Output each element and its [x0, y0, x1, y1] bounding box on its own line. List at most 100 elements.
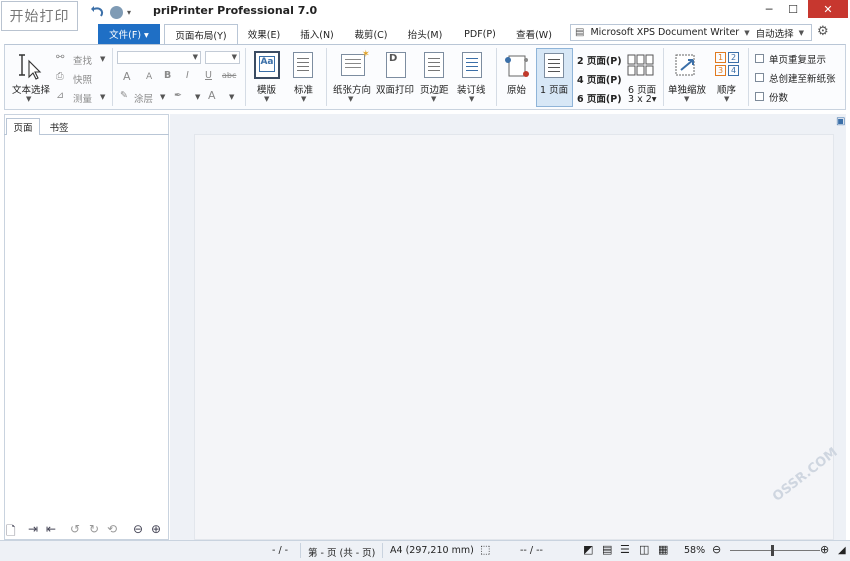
tab-crop[interactable]: 裁剪(C): [351, 24, 391, 44]
chevron-down-icon[interactable]: ▼: [724, 95, 729, 103]
zoom-out-thumbnails-icon[interactable]: ⊖: [133, 522, 143, 536]
order-icon[interactable]: 1 2 3 4: [715, 52, 741, 78]
tab-page-layout[interactable]: 页面布局(Y): [164, 24, 238, 44]
repeat-single-page-checkbox[interactable]: [755, 54, 764, 63]
chevron-down-icon[interactable]: ▼: [684, 95, 689, 103]
start-print-button[interactable]: 开始打印: [1, 1, 78, 31]
tab-bookmarks[interactable]: 书签: [42, 118, 76, 135]
auto-select[interactable]: 自动选择: [756, 26, 794, 40]
tab-insert[interactable]: 插入(N): [297, 24, 337, 44]
chevron-down-icon[interactable]: ▼: [469, 95, 474, 103]
chevron-down-icon[interactable]: ▼: [348, 95, 353, 103]
binoculars-icon: ⚯: [56, 52, 65, 63]
duplex-button[interactable]: 双面打印: [376, 82, 414, 96]
zoom-slider[interactable]: [730, 550, 820, 551]
font-color-icon[interactable]: A: [208, 89, 216, 102]
strikethrough-button[interactable]: abc: [222, 71, 236, 80]
bold-button[interactable]: B: [164, 70, 171, 81]
quick-options-icon[interactable]: [110, 6, 123, 19]
orientation-button[interactable]: 纸张方向: [333, 82, 371, 96]
grid-size-select[interactable]: 3 x 2▾: [628, 94, 657, 105]
minimize-button[interactable]: ─: [756, 0, 782, 18]
shrink-font-button[interactable]: A: [146, 72, 152, 82]
two-page-button[interactable]: 2 页面(P): [577, 53, 622, 67]
chevron-down-icon[interactable]: ▼: [195, 93, 200, 101]
panel-toggle-icon[interactable]: ▣: [836, 116, 845, 127]
duplex-icon[interactable]: D: [386, 52, 406, 78]
snapshot-button[interactable]: 快照: [73, 72, 92, 86]
view-continuous-icon[interactable]: ☰: [620, 543, 630, 556]
page-info-status: 第 - 页 (共 - 页): [308, 548, 376, 559]
four-page-button[interactable]: 4 页面(P): [577, 72, 622, 86]
insert-before-icon[interactable]: ⇥: [28, 522, 38, 536]
chevron-down-icon[interactable]: ▼: [160, 93, 165, 101]
chevron-down-icon[interactable]: ▼: [100, 93, 105, 101]
chevron-down-icon[interactable]: ▼: [229, 93, 234, 101]
undo-icon[interactable]: [90, 4, 106, 20]
chevron-down-icon[interactable]: ▼: [431, 95, 436, 103]
single-zoom-icon[interactable]: [673, 52, 701, 80]
template-icon[interactable]: Aa: [254, 51, 280, 79]
chevron-down-icon[interactable]: ▼: [264, 95, 269, 103]
orientation-icon[interactable]: ✶: [341, 49, 370, 76]
tab-header[interactable]: 抬头(M): [404, 24, 446, 44]
view-page-icon[interactable]: ◩: [583, 543, 593, 556]
chevron-down-icon[interactable]: ▼: [100, 55, 105, 63]
find-button[interactable]: 查找: [73, 53, 92, 67]
pen-icon: ✒: [174, 90, 182, 101]
resize-grip-icon[interactable]: ◢: [838, 545, 846, 556]
view-single-icon[interactable]: ▤: [602, 543, 612, 556]
original-layout-icon[interactable]: [503, 52, 531, 80]
chevron-down-icon[interactable]: ▼: [26, 95, 31, 103]
template-button[interactable]: 模版: [257, 82, 276, 96]
view-grid-icon[interactable]: ▦: [658, 543, 668, 556]
view-two-page-icon[interactable]: ◫: [639, 543, 649, 556]
printer-selector[interactable]: ▤ Microsoft XPS Document Writer ▼ 自动选择 ▼: [570, 24, 812, 41]
paper-size-status[interactable]: A4 (297,210 mm): [390, 545, 474, 556]
one-page-icon: [544, 53, 564, 78]
binding-button[interactable]: 装订线: [457, 82, 486, 96]
close-button[interactable]: ✕: [808, 0, 848, 18]
quick-access-dropdown-icon[interactable]: ▾: [127, 8, 131, 17]
rotate-right-icon[interactable]: ↻: [89, 522, 99, 536]
tab-file[interactable]: 文件(F) ▾: [98, 24, 160, 44]
chevron-down-icon[interactable]: ▼: [301, 95, 306, 103]
zoom-slider-thumb[interactable]: [771, 545, 774, 556]
copies-checkbox[interactable]: [755, 92, 764, 101]
document-page[interactable]: [194, 134, 834, 540]
insert-after-icon[interactable]: ⇤: [46, 522, 56, 536]
gear-icon[interactable]: ⚙: [817, 24, 829, 39]
grid-pages-icon[interactable]: [627, 54, 655, 76]
zoom-in-thumbnails-icon[interactable]: ⊕: [151, 522, 161, 536]
order-button[interactable]: 顺序: [717, 82, 736, 96]
tab-pdf[interactable]: PDF(P): [460, 24, 500, 44]
grow-font-button[interactable]: A: [123, 70, 131, 83]
measure-button[interactable]: 测量: [73, 91, 92, 105]
zoom-in-icon[interactable]: ⊕: [820, 543, 829, 556]
coating-button[interactable]: 涂层: [134, 91, 153, 105]
mark-button[interactable]: 标准: [294, 82, 313, 96]
underline-button[interactable]: U: [205, 70, 212, 81]
rotate-all-icon[interactable]: ⟲: [107, 522, 117, 536]
font-size-combo[interactable]: ▼: [205, 51, 240, 64]
single-zoom-button[interactable]: 单独缩放: [668, 82, 706, 96]
margins-icon[interactable]: [424, 52, 444, 78]
italic-button[interactable]: I: [186, 70, 189, 81]
printer-name: Microsoft XPS Document Writer: [590, 27, 740, 38]
tab-view[interactable]: 查看(W): [512, 24, 556, 44]
six-page-button[interactable]: 6 页面(P): [577, 91, 622, 105]
rotate-left-icon[interactable]: ↺: [70, 522, 80, 536]
tab-effects[interactable]: 效果(E): [244, 24, 284, 44]
font-family-combo[interactable]: ▼: [117, 51, 201, 64]
mark-icon[interactable]: [293, 52, 313, 78]
text-select-label[interactable]: 文本选择: [12, 82, 50, 96]
binding-icon[interactable]: [462, 52, 482, 78]
new-sheet-checkbox[interactable]: [755, 73, 764, 82]
zoom-out-icon[interactable]: ⊖: [712, 543, 721, 556]
maximize-button[interactable]: ☐: [780, 0, 806, 18]
tab-pages[interactable]: 页面: [6, 118, 40, 135]
margins-button[interactable]: 页边距: [420, 82, 449, 96]
original-button[interactable]: 原始: [507, 82, 526, 96]
pane-splitter[interactable]: [170, 114, 178, 540]
text-cursor-icon[interactable]: [16, 53, 42, 81]
